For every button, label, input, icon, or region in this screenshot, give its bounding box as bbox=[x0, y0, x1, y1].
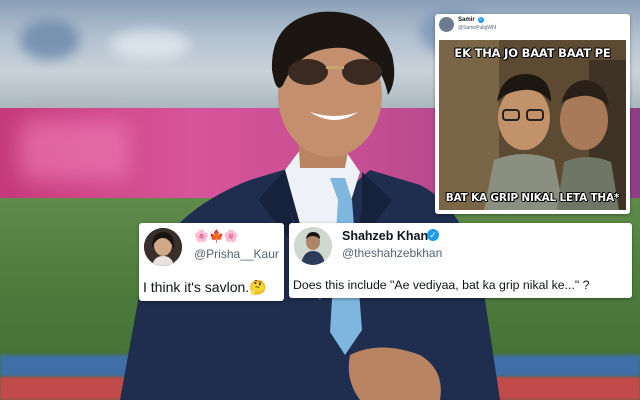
meme-bottom-caption: BAT KA GRIP NIKAL LETA THA* bbox=[445, 192, 620, 204]
verified-badge-icon: ✓ bbox=[427, 229, 439, 241]
tweet-author-handle[interactable]: @Prisha__Kaur bbox=[194, 247, 279, 261]
tweet-text: Does this include "Ae vediyaa, bat ka gr… bbox=[293, 278, 590, 292]
tweet-author-name[interactable]: Samir bbox=[458, 17, 475, 23]
shahzeb-tweet-card[interactable]: Shahzeb Khan ✓ @theshahzebkhan Does this… bbox=[289, 223, 632, 298]
tweet-author-handle[interactable]: @theshahzebkhan bbox=[342, 246, 442, 260]
meme-still-frame bbox=[439, 40, 626, 210]
tweet-author-handle[interactable]: @SamirPuligWhf bbox=[458, 25, 496, 31]
meme-tweet-card[interactable]: Samir ✓ @SamirPuligWhf EK THA JO BAAT BA… bbox=[435, 14, 630, 214]
tweet-author-name[interactable]: Shahzeb Khan bbox=[342, 229, 428, 243]
meme-top-caption: EK THA JO BAAT BAAT PE bbox=[454, 46, 611, 60]
avatar[interactable] bbox=[144, 228, 182, 266]
tweet-text: I think it's savlon.🤔 bbox=[143, 279, 267, 295]
verified-badge-icon: ✓ bbox=[478, 17, 484, 23]
name-emoji-flags: 🌸🍁🌸 bbox=[194, 229, 239, 243]
avatar[interactable] bbox=[294, 227, 332, 265]
avatar[interactable] bbox=[439, 17, 454, 32]
meme-image[interactable]: EK THA JO BAAT BAAT PE BAT KA GRIP NIKAL… bbox=[439, 40, 626, 210]
prisha-tweet-card[interactable]: 🌸🍁🌸 @Prisha__Kaur I think it's savlon.🤔 bbox=[139, 223, 284, 301]
